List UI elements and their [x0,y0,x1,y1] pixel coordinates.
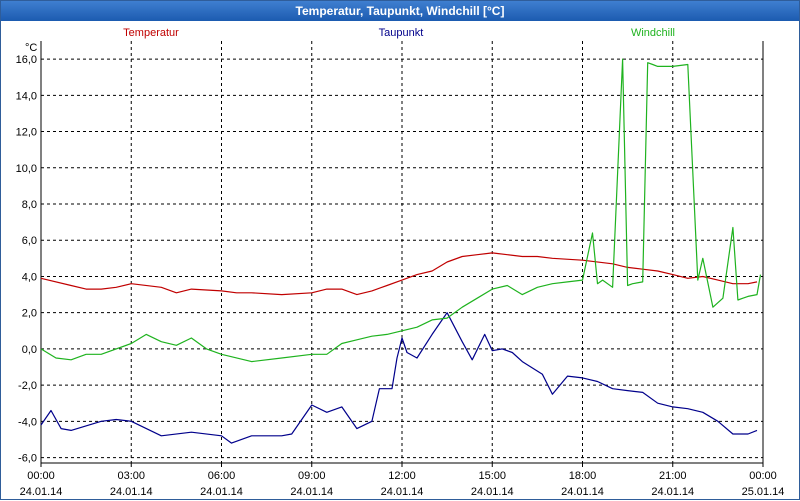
y-tick-label: 10,0 [16,163,37,175]
y-tick-label: -2,0 [18,380,37,392]
y-tick-label: 0,0 [22,344,37,356]
x-tick-time: 18:00 [569,470,597,482]
x-tick-date: 24.01.14 [561,486,604,498]
y-tick-label: 8,0 [22,199,37,211]
grid [40,41,764,467]
x-tick-time: 15:00 [478,470,506,482]
x-tick-labels: 00:00 24.01.14 03:00 24.01.14 06:00 24.01.14 0… [20,470,785,498]
x-tick-date: 24.01.14 [200,486,243,498]
y-tick-label: 4,0 [22,271,37,283]
series-line-temperatur [40,252,758,296]
x-tick-time: 00:00 [27,470,55,482]
y-tick-labels: 16,0 14,0 12,0 10,0 8,0 6,0 4,0 2,0 0,0 -2,0 -4,0 -… [16,54,37,464]
x-tick-date: 25.01.14 [742,486,785,498]
x-tick-date: 24.01.14 [290,486,333,498]
series-line-taupunkt [40,312,758,444]
y-tick-label: 2,0 [22,308,37,320]
legend-entry-temperatur: Temperatur [123,27,179,39]
x-tick-date: 24.01.14 [381,486,424,498]
y-axis-unit-label: °C [25,42,37,54]
line-chart: °C 16,0 14,0 12,0 10,0 8,0 6,0 4,0 2,0 0,0 -2,0 -4… [16,27,785,498]
y-tick-label: 12,0 [16,127,37,139]
x-tick-time: 21:00 [659,470,687,482]
x-tick-date: 24.01.14 [651,486,694,498]
chart-window: Temperatur, Taupunkt, Windchill [°C] °C … [0,0,800,500]
x-tick-date: 24.01.14 [110,486,153,498]
x-tick-time: 12:00 [388,470,416,482]
x-tick-date: 24.01.14 [471,486,514,498]
legend-entry-windchill: Windchill [631,27,675,39]
y-tick-label: 16,0 [16,54,37,66]
x-tick-time: 03:00 [117,470,145,482]
x-tick-time: 06:00 [208,470,236,482]
series-line-windchill [40,58,762,363]
y-tick-label: -4,0 [18,416,37,428]
legend-entry-taupunkt: Taupunkt [379,27,424,39]
y-tick-label: 6,0 [22,235,37,247]
series-lines [40,58,762,444]
y-tick-label: 14,0 [16,90,37,102]
legend: Temperatur Taupunkt Windchill [123,27,675,39]
x-tick-date: 24.01.14 [20,486,63,498]
x-tick-time: 09:00 [298,470,326,482]
y-tick-label: -6,0 [18,453,37,465]
x-tick-time: 00:00 [749,470,777,482]
